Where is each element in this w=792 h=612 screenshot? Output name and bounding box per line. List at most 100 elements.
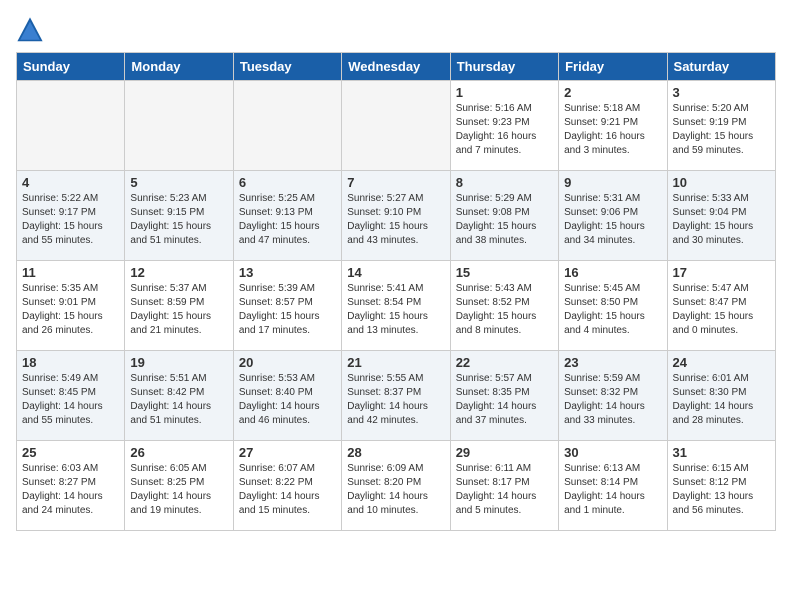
calendar-cell: 2 Sunrise: 5:18 AM Sunset: 9:21 PM Daylig… — [559, 81, 667, 171]
day-info: Sunrise: 5:43 AM Sunset: 8:52 PM Dayligh… — [456, 282, 553, 338]
calendar-cell: 18 Sunrise: 5:49 AM Sunset: 8:45 PM Dayli… — [17, 351, 125, 441]
day-number: 22 — [456, 355, 553, 370]
calendar-cell: 6 Sunrise: 5:25 AM Sunset: 9:13 PM Daylig… — [233, 171, 341, 261]
calendar-week-row-2: 4Sunrise: 5:22 AM Sunset: 9:17 PM Daylig… — [17, 171, 776, 261]
calendar-cell: 17 Sunrise: 5:47 AM Sunset: 8:47 PM Dayli… — [667, 261, 775, 351]
day-info: Sunrise: 5:45 AM Sunset: 8:50 PM Dayligh… — [564, 282, 661, 338]
day-info: Sunrise: 5:22 AM Sunset: 9:17 PM Dayligh… — [22, 192, 119, 248]
day-info: Sunrise: 6:03 AM Sunset: 8:27 PM Dayligh… — [22, 462, 119, 518]
day-number: 15 — [456, 265, 553, 280]
day-info: Sunrise: 5:55 AM Sunset: 8:37 PM Dayligh… — [347, 372, 444, 428]
day-info: Sunrise: 6:09 AM Sunset: 8:20 PM Dayligh… — [347, 462, 444, 518]
calendar-cell: 16 Sunrise: 5:45 AM Sunset: 8:50 PM Dayli… — [559, 261, 667, 351]
day-info: Sunrise: 6:13 AM Sunset: 8:14 PM Dayligh… — [564, 462, 661, 518]
day-number: 21 — [347, 355, 444, 370]
calendar-week-row-4: 18 Sunrise: 5:49 AM Sunset: 8:45 PM Dayli… — [17, 351, 776, 441]
calendar-cell: 26Sunrise: 6:05 AM Sunset: 8:25 PM Dayli… — [125, 441, 233, 531]
calendar-cell — [17, 81, 125, 171]
calendar-cell: 24 Sunrise: 6:01 AM Sunset: 8:30 PM Dayli… — [667, 351, 775, 441]
weekday-header-wednesday: Wednesday — [342, 53, 450, 81]
day-number: 25 — [22, 445, 119, 460]
calendar-week-row-1: 1 Sunrise: 5:16 AM Sunset: 9:23 PM Daylig… — [17, 81, 776, 171]
day-number: 18 — [22, 355, 119, 370]
day-info: Sunrise: 5:57 AM Sunset: 8:35 PM Dayligh… — [456, 372, 553, 428]
day-info: Sunrise: 5:16 AM Sunset: 9:23 PM Dayligh… — [456, 102, 553, 158]
calendar-cell: 20 Sunrise: 5:53 AM Sunset: 8:40 PM Dayli… — [233, 351, 341, 441]
calendar-cell: 7Sunrise: 5:27 AM Sunset: 9:10 PM Daylig… — [342, 171, 450, 261]
calendar-cell: 11 Sunrise: 5:35 AM Sunset: 9:01 PM Dayli… — [17, 261, 125, 351]
day-number: 2 — [564, 85, 661, 100]
weekday-header-friday: Friday — [559, 53, 667, 81]
day-info: Sunrise: 5:23 AM Sunset: 9:15 PM Dayligh… — [130, 192, 227, 248]
day-number: 19 — [130, 355, 227, 370]
calendar-cell: 8Sunrise: 5:29 AM Sunset: 9:08 PM Daylig… — [450, 171, 558, 261]
calendar-cell: 25 Sunrise: 6:03 AM Sunset: 8:27 PM Dayli… — [17, 441, 125, 531]
calendar-cell: 15 Sunrise: 5:43 AM Sunset: 8:52 PM Dayli… — [450, 261, 558, 351]
day-info: Sunrise: 5:41 AM Sunset: 8:54 PM Dayligh… — [347, 282, 444, 338]
day-number: 29 — [456, 445, 553, 460]
day-number: 24 — [673, 355, 770, 370]
calendar-cell: 13Sunrise: 5:39 AM Sunset: 8:57 PM Dayli… — [233, 261, 341, 351]
calendar-cell: 3 Sunrise: 5:20 AM Sunset: 9:19 PM Daylig… — [667, 81, 775, 171]
day-info: Sunrise: 5:25 AM Sunset: 9:13 PM Dayligh… — [239, 192, 336, 248]
day-info: Sunrise: 5:47 AM Sunset: 8:47 PM Dayligh… — [673, 282, 770, 338]
calendar-cell: 28 Sunrise: 6:09 AM Sunset: 8:20 PM Dayli… — [342, 441, 450, 531]
day-info: Sunrise: 5:35 AM Sunset: 9:01 PM Dayligh… — [22, 282, 119, 338]
day-info: Sunrise: 5:53 AM Sunset: 8:40 PM Dayligh… — [239, 372, 336, 428]
day-info: Sunrise: 5:37 AM Sunset: 8:59 PM Dayligh… — [130, 282, 227, 338]
calendar-cell — [342, 81, 450, 171]
day-number: 14 — [347, 265, 444, 280]
day-number: 31 — [673, 445, 770, 460]
weekday-header-row: SundayMondayTuesdayWednesdayThursdayFrid… — [17, 53, 776, 81]
logo — [16, 16, 48, 44]
calendar-week-row-3: 11 Sunrise: 5:35 AM Sunset: 9:01 PM Dayli… — [17, 261, 776, 351]
calendar-cell: 27 Sunrise: 6:07 AM Sunset: 8:22 PM Dayli… — [233, 441, 341, 531]
calendar-cell: 22 Sunrise: 5:57 AM Sunset: 8:35 PM Dayli… — [450, 351, 558, 441]
day-number: 5 — [130, 175, 227, 190]
day-number: 30 — [564, 445, 661, 460]
calendar-cell: 29Sunrise: 6:11 AM Sunset: 8:17 PM Dayli… — [450, 441, 558, 531]
calendar-cell: 14 Sunrise: 5:41 AM Sunset: 8:54 PM Dayli… — [342, 261, 450, 351]
calendar-cell: 5 Sunrise: 5:23 AM Sunset: 9:15 PM Daylig… — [125, 171, 233, 261]
calendar-cell: 30 Sunrise: 6:13 AM Sunset: 8:14 PM Dayli… — [559, 441, 667, 531]
day-info: Sunrise: 5:31 AM Sunset: 9:06 PM Dayligh… — [564, 192, 661, 248]
day-number: 20 — [239, 355, 336, 370]
calendar-cell — [233, 81, 341, 171]
day-number: 17 — [673, 265, 770, 280]
day-number: 10 — [673, 175, 770, 190]
day-number: 16 — [564, 265, 661, 280]
day-info: Sunrise: 5:49 AM Sunset: 8:45 PM Dayligh… — [22, 372, 119, 428]
day-number: 3 — [673, 85, 770, 100]
day-number: 26 — [130, 445, 227, 460]
day-number: 8 — [456, 175, 553, 190]
day-number: 23 — [564, 355, 661, 370]
weekday-header-tuesday: Tuesday — [233, 53, 341, 81]
calendar-cell: 12 Sunrise: 5:37 AM Sunset: 8:59 PM Dayli… — [125, 261, 233, 351]
calendar-cell: 4Sunrise: 5:22 AM Sunset: 9:17 PM Daylig… — [17, 171, 125, 261]
day-info: Sunrise: 5:27 AM Sunset: 9:10 PM Dayligh… — [347, 192, 444, 248]
day-info: Sunrise: 5:20 AM Sunset: 9:19 PM Dayligh… — [673, 102, 770, 158]
calendar-cell: 21 Sunrise: 5:55 AM Sunset: 8:37 PM Dayli… — [342, 351, 450, 441]
calendar-cell: 23Sunrise: 5:59 AM Sunset: 8:32 PM Dayli… — [559, 351, 667, 441]
calendar-week-row-5: 25 Sunrise: 6:03 AM Sunset: 8:27 PM Dayli… — [17, 441, 776, 531]
day-number: 11 — [22, 265, 119, 280]
weekday-header-saturday: Saturday — [667, 53, 775, 81]
day-number: 12 — [130, 265, 227, 280]
weekday-header-sunday: Sunday — [17, 53, 125, 81]
day-number: 1 — [456, 85, 553, 100]
day-info: Sunrise: 5:39 AM Sunset: 8:57 PM Dayligh… — [239, 282, 336, 338]
weekday-header-monday: Monday — [125, 53, 233, 81]
day-number: 9 — [564, 175, 661, 190]
day-info: Sunrise: 5:51 AM Sunset: 8:42 PM Dayligh… — [130, 372, 227, 428]
generalblue-logo-icon — [16, 16, 44, 44]
day-info: Sunrise: 6:07 AM Sunset: 8:22 PM Dayligh… — [239, 462, 336, 518]
day-info: Sunrise: 5:18 AM Sunset: 9:21 PM Dayligh… — [564, 102, 661, 158]
day-info: Sunrise: 6:15 AM Sunset: 8:12 PM Dayligh… — [673, 462, 770, 518]
day-number: 6 — [239, 175, 336, 190]
day-number: 28 — [347, 445, 444, 460]
page-header — [16, 16, 776, 44]
day-number: 27 — [239, 445, 336, 460]
calendar-cell — [125, 81, 233, 171]
day-info: Sunrise: 6:01 AM Sunset: 8:30 PM Dayligh… — [673, 372, 770, 428]
calendar-table: SundayMondayTuesdayWednesdayThursdayFrid… — [16, 52, 776, 531]
